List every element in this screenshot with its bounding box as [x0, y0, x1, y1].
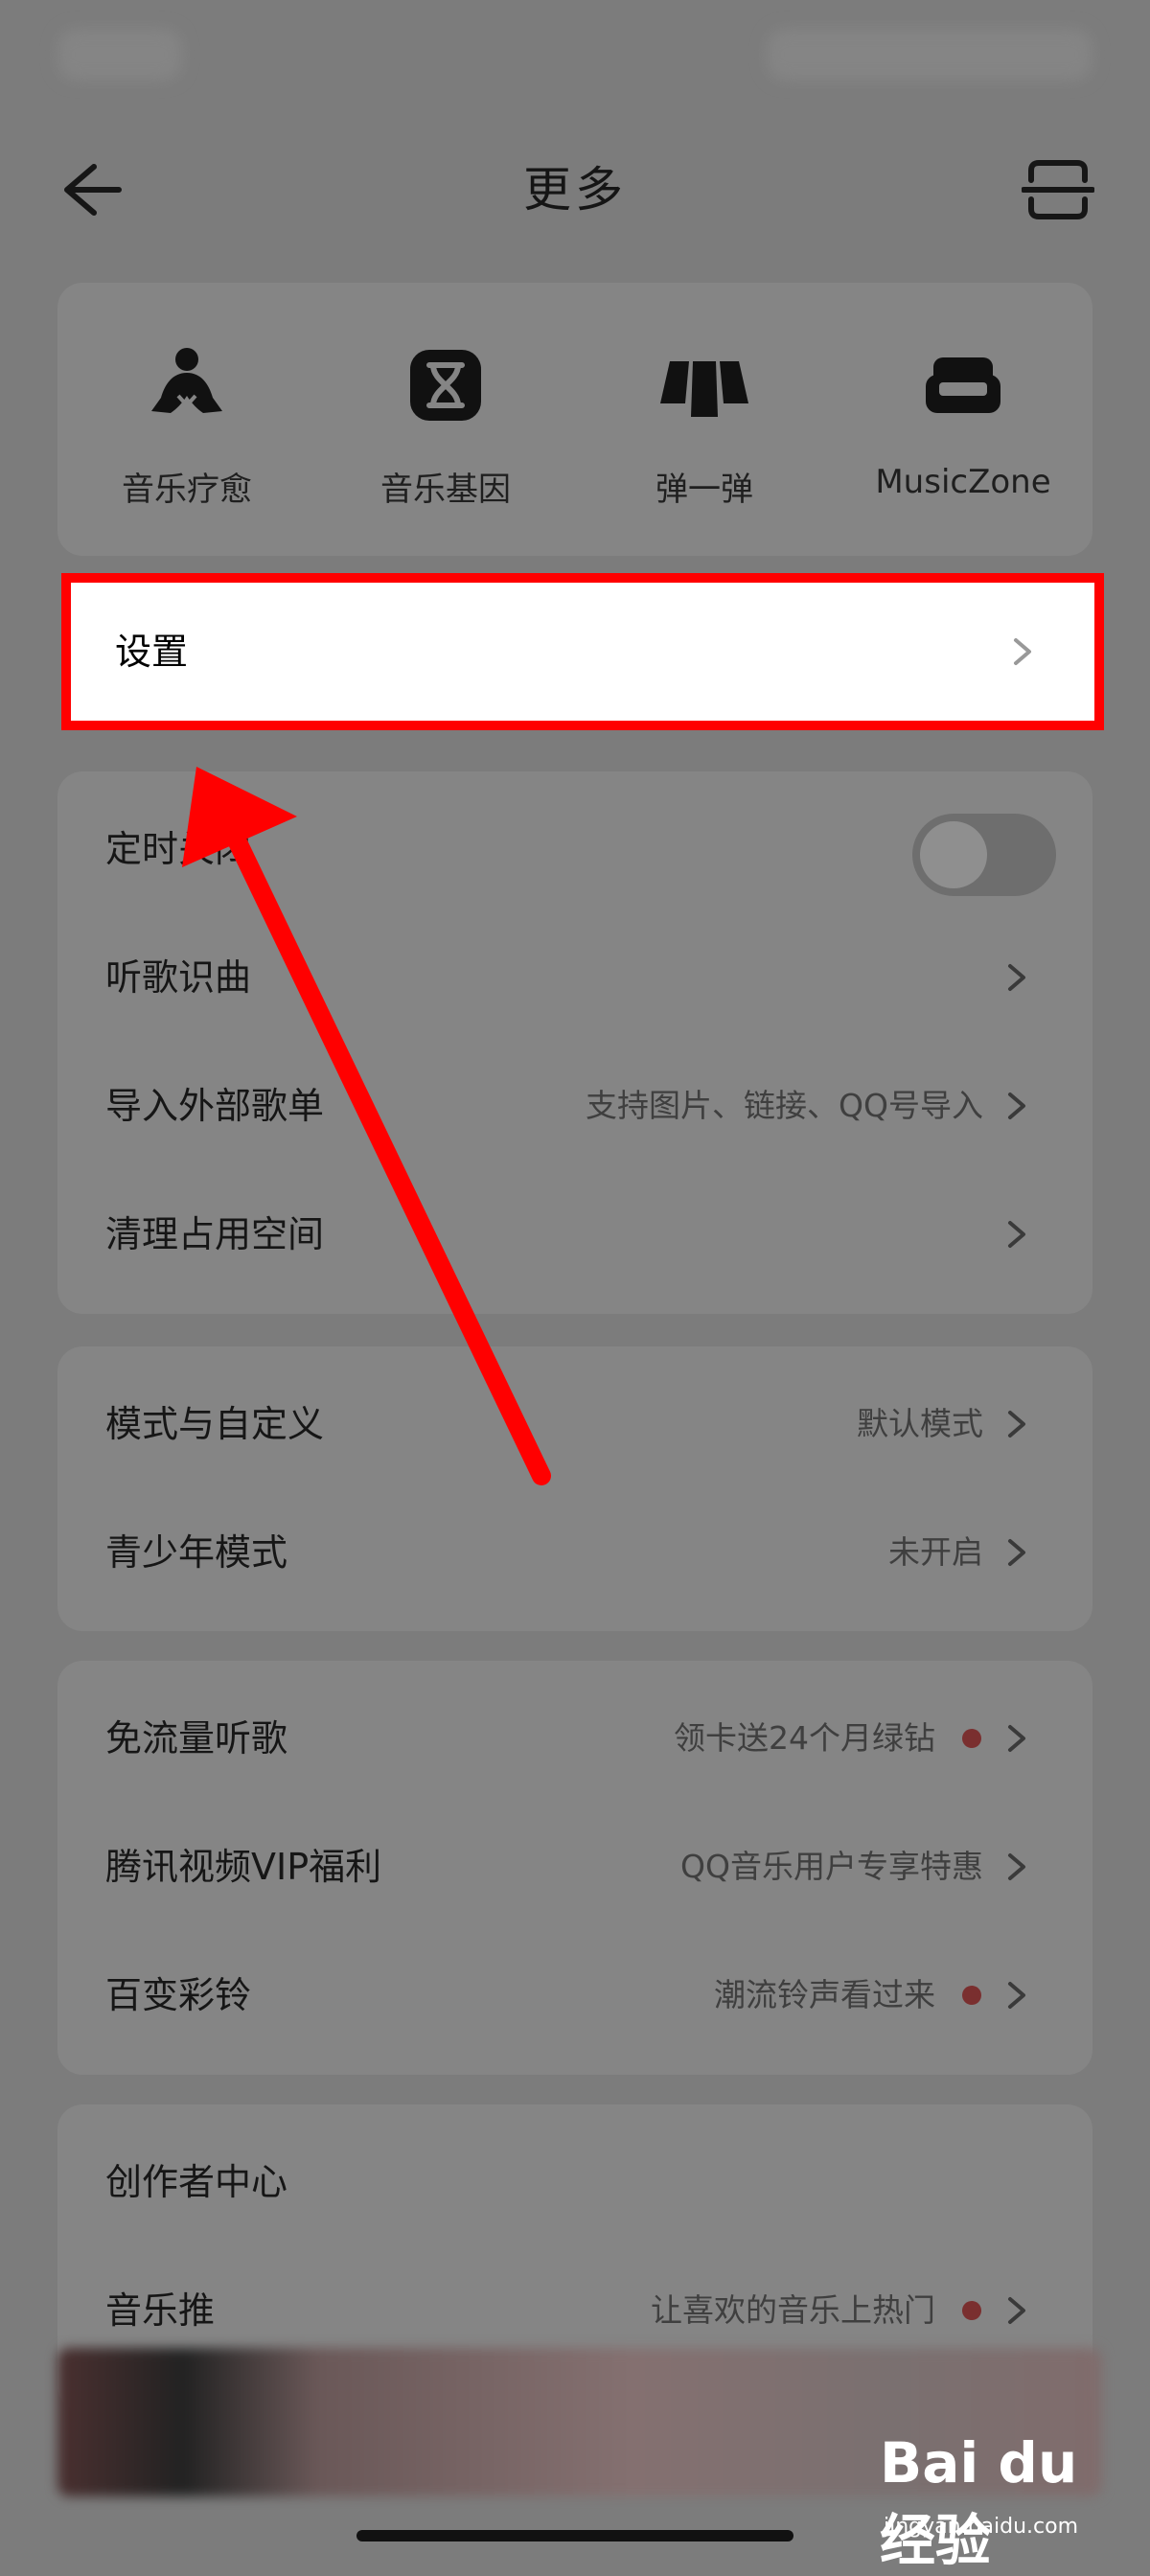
chevron-right-icon — [1008, 964, 1025, 991]
row-value: 默认模式 — [857, 1405, 983, 1442]
chevron-right-icon — [1008, 1221, 1025, 1248]
scan-icon — [1021, 160, 1095, 219]
row-label: 百变彩铃 — [105, 1974, 252, 2016]
status-bar-left — [58, 29, 182, 80]
scan-button[interactable] — [1021, 155, 1095, 224]
baidu-jingyan-watermark: Bai du 经验 jingyan.baidu.com — [880, 2430, 1129, 2573]
tencent-video-vip-row[interactable]: 腾讯视频VIP福利 QQ音乐用户专享特惠 — [58, 1803, 1092, 1931]
row-label: 清理占用空间 — [105, 1213, 325, 1255]
watermark-logo: Bai du 经验 — [880, 2430, 1078, 2573]
feature-label: 弹一弹 — [656, 471, 753, 509]
sofa-icon — [926, 357, 1000, 413]
status-bar-right — [767, 29, 1092, 80]
row-label: 定时关闭 — [105, 828, 252, 870]
feature-grid-card: 音乐疗愈 音乐基因 弹一弹 MusicZone — [58, 283, 1092, 556]
row-value: 支持图片、链接、QQ号导入 — [586, 1087, 983, 1124]
mode-card: 模式与自定义 默认模式 青少年模式 未开启 — [58, 1346, 1092, 1631]
feature-music-gene[interactable]: 音乐基因 — [316, 283, 575, 556]
row-label: 腾讯视频VIP福利 — [105, 1846, 382, 1888]
red-dot-badge — [962, 1986, 981, 2005]
free-data-row[interactable]: 免流量听歌 领卡送24个月绿钻 — [58, 1674, 1092, 1803]
feature-label: 音乐疗愈 — [122, 471, 252, 509]
chevron-right-icon — [1008, 1539, 1025, 1566]
clean-storage-row[interactable]: 清理占用空间 — [58, 1170, 1092, 1299]
row-value: QQ音乐用户专享特惠 — [680, 1848, 983, 1885]
timer-row: 定时关闭 — [58, 785, 1092, 913]
chevron-right-icon — [1008, 1411, 1025, 1438]
chevron-right-icon — [1014, 638, 1031, 665]
timer-toggle[interactable] — [912, 814, 1056, 896]
chevron-right-icon — [1008, 1725, 1025, 1752]
feature-label: 音乐基因 — [380, 471, 511, 509]
dna-icon — [410, 350, 481, 421]
row-value: 领卡送24个月绿钻 — [674, 1719, 935, 1757]
feature-tap-tap[interactable]: 弹一弹 — [575, 283, 834, 556]
row-value: 未开启 — [888, 1533, 983, 1571]
benefits-card: 免流量听歌 领卡送24个月绿钻 腾讯视频VIP福利 QQ音乐用户专享特惠 百变彩… — [58, 1661, 1092, 2075]
chevron-right-icon — [1008, 1853, 1025, 1880]
row-label: 青少年模式 — [105, 1531, 288, 1574]
header: 更多 — [0, 134, 1150, 240]
row-value: 潮流铃声看过来 — [714, 1976, 935, 2013]
chevron-right-icon — [1008, 1092, 1025, 1119]
settings-label: 设置 — [115, 631, 189, 673]
toggle-knob — [920, 821, 987, 888]
settings-row[interactable]: 设置 — [61, 573, 1104, 730]
import-playlist-row[interactable]: 导入外部歌单 支持图片、链接、QQ号导入 — [58, 1042, 1092, 1170]
red-dot-badge — [962, 2301, 981, 2320]
ringtone-row[interactable]: 百变彩铃 潮流铃声看过来 — [58, 1931, 1092, 2059]
feature-music-healing[interactable]: 音乐疗愈 — [58, 283, 316, 556]
creator-center-row[interactable]: 创作者中心 — [58, 2118, 1092, 2246]
piano-keys-icon — [660, 361, 748, 417]
row-label: 导入外部歌单 — [105, 1085, 325, 1127]
meditation-person-icon — [151, 348, 222, 413]
page-title: 更多 — [523, 162, 627, 218]
row-label: 模式与自定义 — [105, 1403, 325, 1445]
mode-customize-row[interactable]: 模式与自定义 默认模式 — [58, 1360, 1092, 1488]
feature-label: MusicZone — [875, 463, 1051, 501]
chevron-right-icon — [1008, 1982, 1025, 2009]
row-label: 听歌识曲 — [105, 956, 252, 999]
chevron-right-icon — [1008, 2297, 1025, 2324]
home-indicator[interactable] — [356, 2530, 794, 2542]
song-recognition-row[interactable]: 听歌识曲 — [58, 913, 1092, 1042]
row-label: 创作者中心 — [105, 2161, 288, 2203]
red-dot-badge — [962, 1729, 981, 1748]
teen-mode-row[interactable]: 青少年模式 未开启 — [58, 1488, 1092, 1617]
row-label: 免流量听歌 — [105, 1717, 288, 1760]
feature-musiczone[interactable]: MusicZone — [834, 283, 1092, 556]
watermark-domain: jingyan.baidu.com — [884, 2515, 1079, 2539]
tools-card: 定时关闭 听歌识曲 导入外部歌单 支持图片、链接、QQ号导入 清理占用空间 — [58, 771, 1092, 1314]
